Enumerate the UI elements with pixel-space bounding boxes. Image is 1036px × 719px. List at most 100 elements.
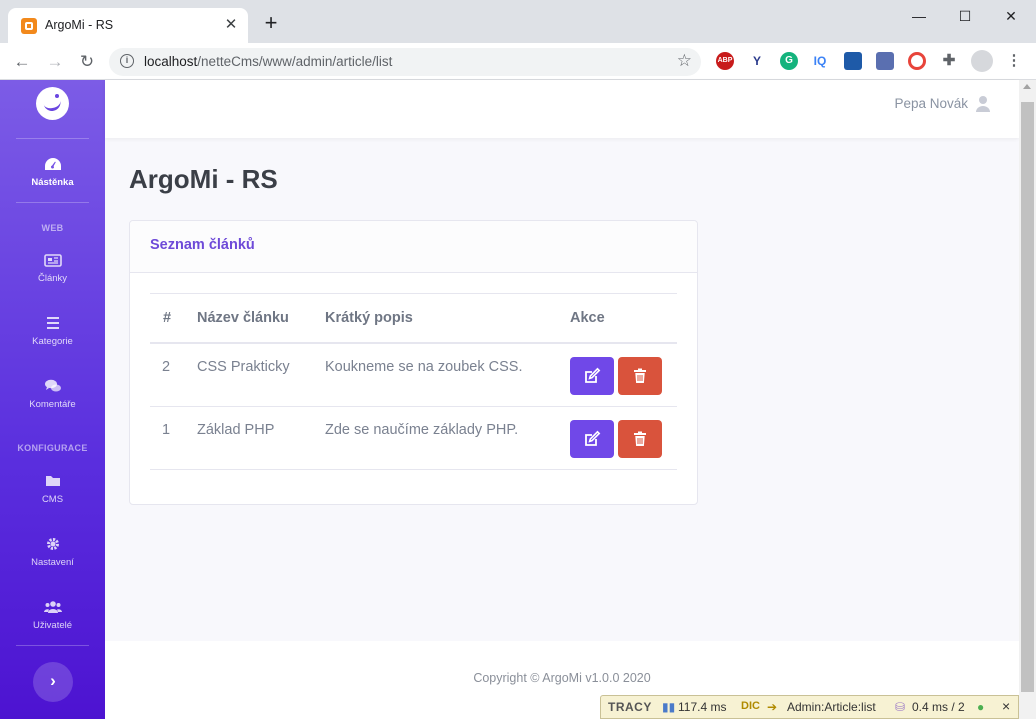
sidebar: Nástěnka WEB Články Kategorie Komentáře … [0,80,105,719]
row-id: 2 [162,359,171,375]
row-desc: Zde se naučíme základy PHP. [325,422,519,438]
puzzle-extensions-icon[interactable]: ✚ [940,52,958,70]
user-panel-icon[interactable]: ● [977,700,984,714]
tab-strip: ArgoMi - RS ✕ + — ☐ ✕ [0,0,1036,43]
tracy-close-icon[interactable]: × [1002,698,1010,714]
scroll-up-arrow-icon[interactable] [1023,84,1031,89]
forward-arrow-icon[interactable]: → [43,50,67,74]
top-header: Pepa Novák [105,80,1019,138]
delete-button[interactable] [618,357,662,395]
browser-toolbar: ← → ↻ i localhost/netteCms/www/admin/art… [0,43,1036,80]
sidebar-item-label: Kategorie [32,336,73,347]
users-icon [43,601,62,613]
table-header: # Název článku Krátký popis Akce [150,293,677,344]
address-url[interactable]: localhost/netteCms/www/admin/article/lis… [144,54,392,69]
edit-button[interactable] [570,420,614,458]
column-header-actions: Akce [570,310,605,326]
row-id: 1 [162,422,171,438]
sidebar-heading-web: WEB [41,223,64,233]
page-title: ArgoMi - RS [129,164,278,194]
row-name: Základ PHP [197,422,275,438]
xampp-favicon-icon [21,18,37,34]
column-header-id: # [163,310,172,326]
iq-extension-icon[interactable]: IQ [811,52,829,70]
copyright-text: Copyright © ArgoMi v1.0.0 2020 [473,671,651,685]
delete-button[interactable] [618,420,662,458]
bar-chart-icon: ▮▮ [662,700,676,714]
adblock-extension-icon[interactable]: ABP [716,52,734,70]
y-extension-icon[interactable]: Y [748,52,766,70]
window-extension-icon[interactable] [844,52,862,70]
sidebar-item-label: Komentáře [29,399,76,410]
table-row: 1 Základ PHP Zde se naučíme základy PHP. [150,407,677,470]
sidebar-item-comments[interactable]: Komentáře [0,378,105,428]
circle-extension-icon[interactable] [908,52,926,70]
tracy-logo[interactable]: TRACY [608,700,652,714]
row-desc: Koukneme se na zoubek CSS. [325,359,523,375]
reload-icon[interactable]: ↻ [75,50,99,74]
browser-chrome: ArgoMi - RS ✕ + — ☐ ✕ ← → ↻ i localhost/… [0,0,1036,80]
sidebar-divider [16,138,89,139]
comments-icon [44,379,61,392]
sidebar-item-label: CMS [41,494,64,505]
profile-avatar-icon[interactable] [971,50,993,72]
column-header-name: Název článku [197,310,289,326]
tracy-db[interactable]: 0.4 ms / 2 [912,700,965,714]
route-arrow-icon: ➔ [767,700,778,714]
list-icon [46,317,59,329]
note-extension-icon[interactable] [876,52,894,70]
new-tab-button[interactable]: + [260,12,282,35]
bookmark-star-icon[interactable]: ☆ [677,51,692,71]
tracy-debug-bar[interactable]: TRACY ▮▮ 117.4 ms DIC ➔ Admin:Article:li… [600,695,1019,719]
articles-card: Seznam článků # Název článku Krátký popi… [129,220,698,505]
page-scrollbar[interactable] [1019,80,1036,719]
argomi-logo-icon[interactable] [36,87,69,120]
sidebar-divider [16,645,89,646]
database-icon: ⛁ [895,700,906,714]
edit-icon [585,430,601,446]
card-title: Seznam článků [150,237,255,253]
browser-menu-icon[interactable]: ⋮ [1005,52,1023,70]
sidebar-item-label: Články [37,273,68,284]
dashboard-icon [44,158,61,170]
sidebar-item-label: Nastavení [31,557,74,568]
browser-tab[interactable]: ArgoMi - RS ✕ [8,8,248,43]
tracy-time[interactable]: 117.4 ms [678,700,726,714]
edit-button[interactable] [570,357,614,395]
trash-icon [634,431,646,446]
sidebar-item-dashboard[interactable]: Nástěnka [0,156,105,206]
grammarly-extension-icon[interactable]: G [780,52,798,70]
window-minimize-button[interactable]: — [896,5,942,27]
gear-icon [46,538,59,550]
page-viewport: Nástěnka WEB Články Kategorie Komentáře … [0,80,1019,719]
user-name[interactable]: Pepa Novák [894,96,968,111]
table-row: 2 CSS Prakticky Koukneme se na zoubek CS… [150,344,677,407]
address-bar[interactable]: i localhost/netteCms/www/admin/article/l… [109,48,701,76]
sidebar-item-users[interactable]: Uživatelé [0,599,105,649]
window-maximize-button[interactable]: ☐ [942,5,988,27]
card-header: Seznam článků [130,221,697,273]
window-close-button[interactable]: ✕ [988,5,1034,27]
scroll-thumb[interactable] [1021,102,1034,692]
tab-title: ArgoMi - RS [45,18,114,32]
sidebar-item-categories[interactable]: Kategorie [0,315,105,365]
sidebar-item-cms[interactable]: CMS [0,473,105,523]
user-icon[interactable] [975,95,991,113]
newspaper-icon [43,254,62,267]
trash-icon [634,368,646,383]
sidebar-item-articles[interactable]: Články [0,252,105,302]
tab-close-icon[interactable]: ✕ [222,16,240,34]
column-header-desc: Krátký popis [325,310,413,326]
sidebar-item-settings[interactable]: Nastavení [0,536,105,586]
site-info-icon[interactable]: i [120,54,134,68]
row-name: CSS Prakticky [197,359,290,375]
sidebar-toggle-button[interactable]: › [33,662,73,702]
back-arrow-icon[interactable]: ← [10,50,34,74]
folder-icon [45,476,60,486]
sidebar-heading-config: KONFIGURACE [17,443,88,453]
tracy-route[interactable]: Admin:Article:list [787,700,876,714]
edit-icon [585,367,601,383]
tracy-di-panel[interactable]: DIC [741,700,760,712]
sidebar-item-label: Nástěnka [31,177,74,188]
sidebar-divider [16,202,89,203]
